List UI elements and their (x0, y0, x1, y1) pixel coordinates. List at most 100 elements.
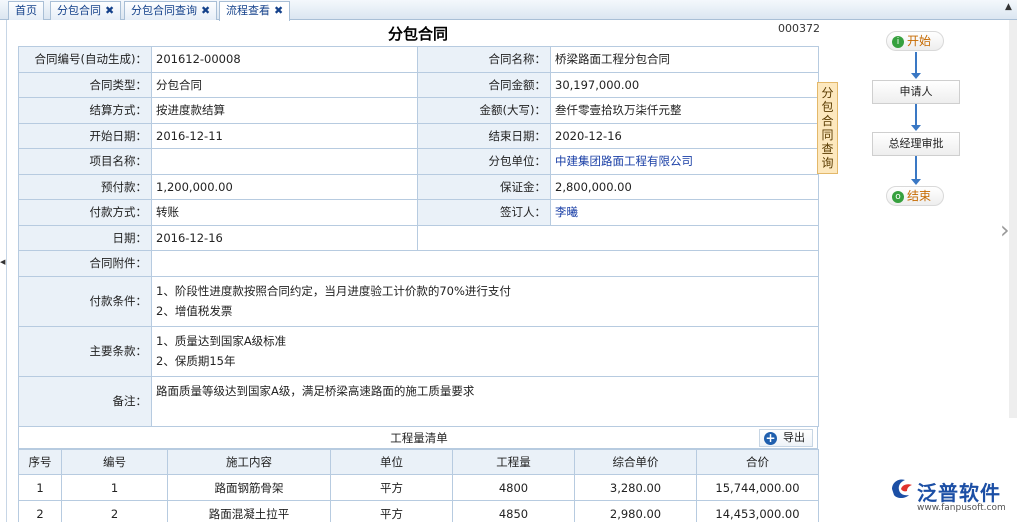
table-header-row: 序号 编号 施工内容 单位 工程量 综合单价 合价 (18, 449, 819, 475)
subcontract-unit-label: 分包单位： (417, 148, 551, 175)
form-row: 合同附件： (18, 250, 819, 277)
table-cell: 1 (61, 474, 168, 501)
table-cell: 平方 (330, 500, 453, 522)
form-row: 开始日期： 2016-12-11 结束日期： 2020-12-16 (18, 122, 819, 149)
payment-term-line: 1、阶段性进度款按照合同约定，当月进度验工计价款的70%进行支付 (156, 283, 511, 298)
tab-label: 流程查看 (226, 4, 270, 17)
table-cell: 2,980.00 (574, 500, 697, 522)
form-row: 付款条件： 1、阶段性进度款按照合同约定，当月进度验工计价款的70%进行支付 2、… (18, 275, 819, 327)
flow-node-manager-approval[interactable]: 总经理审批 (872, 132, 960, 156)
chevron-right-icon[interactable]: › (1000, 216, 1010, 244)
form-row: 合同类型： 分包合同 合同金额： 30,197,000.00 (18, 71, 819, 98)
project-name-label: 项目名称： (18, 148, 152, 175)
amount-cn-label: 金额(大写)： (417, 97, 551, 124)
logo-url: www.fanpusoft.com (917, 503, 1006, 513)
signer-link[interactable]: 李曦 (550, 199, 819, 226)
tab-label: 分包合同 (57, 4, 101, 17)
column-header[interactable]: 编号 (61, 449, 168, 475)
table-cell: 2 (61, 500, 168, 522)
column-header[interactable]: 单位 (330, 449, 453, 475)
table-row[interactable]: 2 2 路面混凝土拉平 平方 4850 2,980.00 14,453,000.… (18, 500, 819, 522)
main-terms-label: 主要条款： (18, 325, 152, 377)
empty-cell (417, 224, 819, 251)
project-name-value (151, 148, 418, 175)
payment-method-value: 转账 (151, 199, 418, 226)
tab-label: 首页 (15, 4, 37, 17)
column-header[interactable]: 合价 (696, 449, 819, 475)
tab-label: 分包合同查询 (131, 4, 197, 17)
flow-node-applicant[interactable]: 申请人 (872, 80, 960, 104)
signer-label: 签订人： (417, 199, 551, 226)
tab-subcontract-query[interactable]: 分包合同查询 ✖ (124, 1, 218, 20)
contract-type-value: 分包合同 (151, 71, 418, 98)
form-row: 日期： 2016-12-16 (18, 224, 819, 251)
scroll-up-arrow-icon[interactable]: ▲ (1005, 2, 1012, 12)
contract-amount-label: 合同金额： (417, 71, 551, 98)
remark-label: 备注： (18, 375, 152, 427)
brand-logo: 泛普软件 www.fanpusoft.com (887, 475, 1012, 520)
main-terms-value: 1、质量达到国家A级标准 2、保质期15年 (151, 325, 819, 377)
vertical-scrollbar[interactable] (1009, 20, 1017, 418)
table-cell: 4800 (452, 474, 575, 501)
flow-connector (915, 156, 917, 180)
contract-name-value: 桥梁路面工程分包合同 (550, 46, 819, 73)
close-icon[interactable]: ✖ (274, 4, 283, 17)
arrow-down-icon (911, 125, 921, 131)
quantity-table: 序号 编号 施工内容 单位 工程量 综合单价 合价 1 1 路面钢筋骨架 平方 … (18, 449, 819, 522)
table-cell: 15,744,000.00 (696, 474, 819, 501)
payment-term-line: 2、增值税发票 (156, 303, 233, 318)
payment-terms-label: 付款条件： (18, 275, 152, 327)
date-value: 2016-12-16 (151, 224, 418, 251)
table-row[interactable]: 1 1 路面钢筋骨架 平方 4800 3,280.00 15,744,000.0… (18, 474, 819, 501)
workflow-diagram: i 开始 申请人 总经理审批 o 结束 (860, 20, 1000, 230)
end-date-label: 结束日期： (417, 122, 551, 149)
main-panel: 000372 分包合同 合同编号(自动生成)： 201612-00008 合同名… (8, 20, 828, 522)
close-icon[interactable]: ✖ (105, 4, 114, 17)
form-row: 付款方式： 转账 签订人： 李曦 (18, 199, 819, 226)
info-icon: i (892, 35, 904, 48)
tab-subcontract[interactable]: 分包合同 ✖ (50, 1, 122, 20)
amount-cn-value: 叁仟零壹拾玖万柒仟元整 (550, 97, 819, 124)
contract-no-label: 合同编号(自动生成)： (18, 46, 152, 73)
settlement-label: 结算方式： (18, 97, 152, 124)
subcontract-query-side-tab[interactable]: 分包合同查询 (817, 82, 838, 174)
arrow-down-icon (911, 179, 921, 185)
tab-flow-view[interactable]: 流程查看 ✖ (219, 1, 291, 21)
tab-home[interactable]: 首页 (8, 1, 44, 20)
column-header[interactable]: 施工内容 (167, 449, 331, 475)
side-tab-label: 分包合同查询 (821, 86, 834, 170)
deposit-value: 2,800,000.00 (550, 173, 819, 200)
flow-connector (915, 104, 917, 126)
attachment-value (151, 250, 819, 277)
tab-bar: 首页 分包合同 ✖ 分包合同查询 ✖ 流程查看 ✖ (0, 0, 1017, 21)
attachment-label: 合同附件： (18, 250, 152, 277)
form-row: 备注： 路面质量等级达到国家A级，满足桥梁高速路面的施工质量要求 (18, 375, 819, 427)
export-button[interactable]: + 导出 (759, 429, 813, 447)
settlement-value: 按进度款结算 (151, 97, 418, 124)
payment-terms-value: 1、阶段性进度款按照合同约定，当月进度验工计价款的70%进行支付 2、增值税发票 (151, 275, 819, 327)
payment-method-label: 付款方式： (18, 199, 152, 226)
flow-connector (915, 52, 917, 74)
contract-type-label: 合同类型： (18, 71, 152, 98)
flow-start-node[interactable]: i 开始 (886, 31, 944, 51)
subcontract-unit-link[interactable]: 中建集团路面工程有限公司 (550, 148, 819, 175)
form-row: 项目名称： 分包单位： 中建集团路面工程有限公司 (18, 148, 819, 175)
start-date-label: 开始日期： (18, 122, 152, 149)
close-icon[interactable]: ✖ (201, 4, 210, 17)
table-cell: 路面混凝土拉平 (167, 500, 331, 522)
flow-end-node[interactable]: o 结束 (886, 186, 944, 206)
end-circle-icon: o (892, 190, 904, 203)
deposit-label: 保证金： (417, 173, 551, 200)
table-cell: 2 (18, 500, 62, 522)
column-header[interactable]: 序号 (18, 449, 62, 475)
column-header[interactable]: 工程量 (452, 449, 575, 475)
contract-form: 合同编号(自动生成)： 201612-00008 合同名称： 桥梁路面工程分包合… (18, 46, 819, 427)
column-header[interactable]: 综合单价 (574, 449, 697, 475)
date-label: 日期： (18, 224, 152, 251)
table-cell: 路面钢筋骨架 (167, 474, 331, 501)
form-row: 预付款： 1,200,000.00 保证金： 2,800,000.00 (18, 173, 819, 200)
left-divider (6, 20, 7, 522)
end-date-value: 2020-12-16 (550, 122, 819, 149)
logo-mark-icon (892, 479, 912, 498)
table-cell: 平方 (330, 474, 453, 501)
